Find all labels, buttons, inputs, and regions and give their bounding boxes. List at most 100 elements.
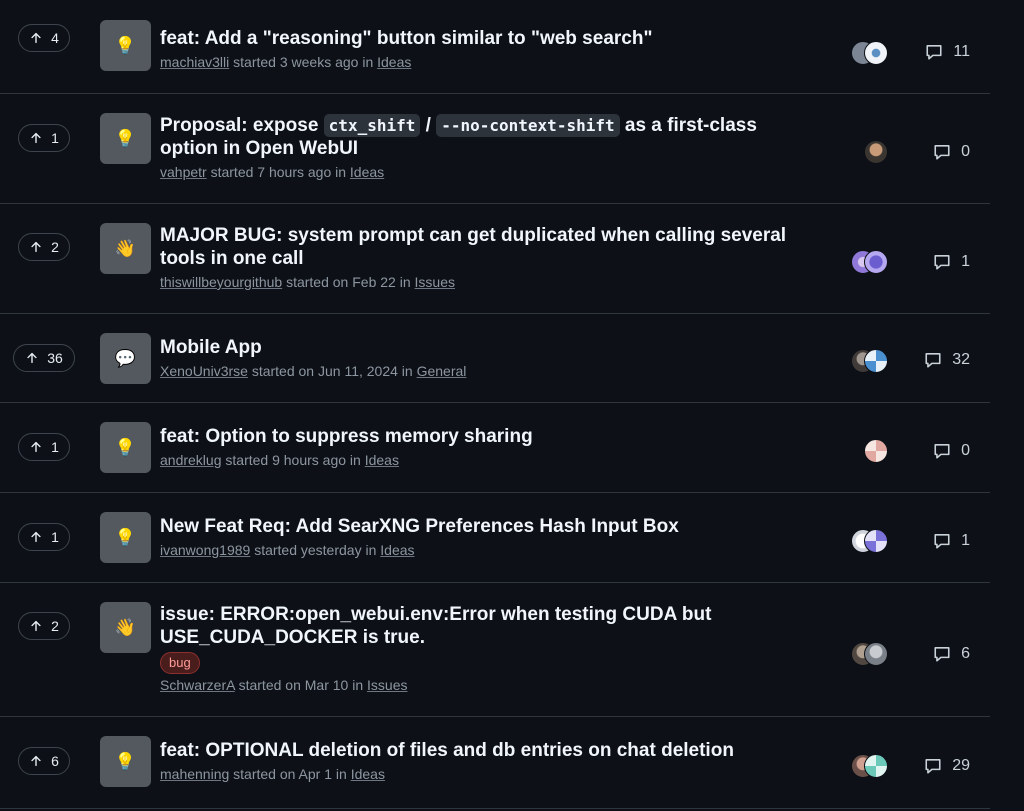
upvote-button[interactable]: 2 bbox=[18, 612, 70, 640]
list-item: 6 💡 feat: OPTIONAL deletion of files and… bbox=[0, 717, 990, 809]
comment-icon bbox=[925, 353, 941, 368]
author-link[interactable]: thiswillbeyourgithub bbox=[160, 274, 282, 290]
participant-avatars bbox=[851, 349, 891, 375]
arrow-up-icon bbox=[31, 441, 41, 453]
category-link[interactable]: Issues bbox=[367, 677, 407, 693]
author-link[interactable]: XenoUniv3rse bbox=[160, 363, 248, 379]
discussion-title[interactable]: Mobile App bbox=[160, 336, 800, 359]
author-link[interactable]: andreklug bbox=[160, 452, 222, 468]
author-link[interactable]: SchwarzerA bbox=[160, 677, 235, 693]
lightbulb-icon: 💡 bbox=[114, 437, 137, 457]
upvote-button[interactable]: 4 bbox=[18, 24, 70, 52]
comment-count[interactable]: 11 bbox=[925, 43, 970, 61]
author-link[interactable]: mahenning bbox=[160, 766, 229, 782]
comment-count[interactable]: 1 bbox=[933, 532, 970, 550]
arrow-up-icon bbox=[31, 620, 41, 632]
avatar[interactable] bbox=[864, 529, 888, 553]
category-link[interactable]: Ideas bbox=[350, 164, 384, 180]
discussion-meta: andreklug started 9 hours ago in Ideas bbox=[160, 452, 399, 468]
participant-avatars bbox=[851, 754, 891, 780]
category-issues-button[interactable]: 👋 bbox=[100, 223, 151, 274]
upvote-button[interactable]: 1 bbox=[18, 523, 70, 551]
bug-label[interactable]: bug bbox=[160, 652, 200, 674]
comment-icon bbox=[934, 145, 950, 160]
vote-count: 2 bbox=[51, 239, 59, 255]
category-link[interactable]: Ideas bbox=[377, 54, 411, 70]
list-item: 2 👋 MAJOR BUG: system prompt can get dup… bbox=[0, 204, 990, 314]
list-item: 36 💬 Mobile App XenoUniv3rse started on … bbox=[0, 314, 990, 403]
category-ideas-button[interactable]: 💡 bbox=[100, 736, 151, 787]
participant-avatars bbox=[864, 140, 904, 166]
arrow-up-icon bbox=[31, 531, 41, 543]
upvote-button[interactable]: 1 bbox=[18, 433, 70, 461]
waving-hand-icon: 👋 bbox=[114, 617, 137, 637]
avatar[interactable] bbox=[864, 250, 888, 274]
lightbulb-icon: 💡 bbox=[114, 527, 137, 547]
comment-icon bbox=[934, 534, 950, 549]
lightbulb-icon: 💡 bbox=[114, 128, 137, 148]
category-ideas-button[interactable]: 💡 bbox=[100, 20, 151, 71]
discussion-title[interactable]: feat: OPTIONAL deletion of files and db … bbox=[160, 739, 800, 762]
category-link[interactable]: Issues bbox=[415, 274, 455, 290]
participant-avatars bbox=[851, 642, 891, 668]
discussion-meta: machiav3lli started 3 weeks ago in Ideas bbox=[160, 54, 412, 70]
avatar[interactable] bbox=[864, 349, 888, 373]
category-link[interactable]: Ideas bbox=[365, 452, 399, 468]
upvote-button[interactable]: 1 bbox=[18, 124, 70, 152]
category-link[interactable]: General bbox=[417, 363, 467, 379]
avatar[interactable] bbox=[864, 41, 888, 65]
list-item: 2 👋 issue: ERROR:open_webui.env:Error wh… bbox=[0, 583, 990, 717]
comment-count[interactable]: 0 bbox=[933, 442, 970, 460]
category-general-button[interactable]: 💬 bbox=[100, 333, 151, 384]
discussion-title[interactable]: feat: Add a "reasoning" button similar t… bbox=[160, 27, 800, 50]
arrow-up-icon bbox=[27, 352, 37, 364]
author-link[interactable]: vahpetr bbox=[160, 164, 207, 180]
participant-avatars bbox=[851, 41, 891, 67]
comment-count[interactable]: 32 bbox=[924, 351, 970, 369]
category-link[interactable]: Ideas bbox=[351, 766, 385, 782]
avatar[interactable] bbox=[864, 642, 888, 666]
vote-count: 6 bbox=[51, 753, 59, 769]
arrow-up-icon bbox=[31, 241, 41, 253]
arrow-up-icon bbox=[31, 755, 41, 767]
avatar[interactable] bbox=[864, 439, 888, 463]
comment-count[interactable]: 6 bbox=[933, 645, 970, 663]
arrow-up-icon bbox=[31, 132, 41, 144]
inline-code: --no-context-shift bbox=[436, 114, 620, 137]
discussion-meta: thiswillbeyourgithub started on Feb 22 i… bbox=[160, 274, 455, 290]
discussion-title[interactable]: feat: Option to suppress memory sharing bbox=[160, 425, 800, 448]
category-ideas-button[interactable]: 💡 bbox=[100, 422, 151, 473]
discussion-title[interactable]: issue: ERROR:open_webui.env:Error when t… bbox=[160, 603, 800, 649]
discussion-title[interactable]: MAJOR BUG: system prompt can get duplica… bbox=[160, 224, 800, 270]
list-item: 1 💡 New Feat Req: Add SearXNG Preference… bbox=[0, 493, 990, 583]
author-link[interactable]: ivanwong1989 bbox=[160, 542, 250, 558]
discussion-meta: SchwarzerA started on Mar 10 in Issues bbox=[160, 677, 408, 693]
comment-count[interactable]: 0 bbox=[933, 143, 970, 161]
upvote-button[interactable]: 6 bbox=[18, 747, 70, 775]
discussion-title[interactable]: New Feat Req: Add SearXNG Preferences Ha… bbox=[160, 515, 800, 538]
comment-icon bbox=[926, 45, 942, 60]
avatar[interactable] bbox=[864, 754, 888, 778]
vote-count: 1 bbox=[51, 439, 59, 455]
comment-icon bbox=[925, 759, 941, 774]
avatar[interactable] bbox=[864, 140, 888, 164]
discussion-meta: vahpetr started 7 hours ago in Ideas bbox=[160, 164, 385, 180]
discussion-title[interactable]: Proposal: expose ctx_shift / --no-contex… bbox=[160, 114, 810, 160]
category-link[interactable]: Ideas bbox=[380, 542, 414, 558]
list-item: 1 💡 Proposal: expose ctx_shift / --no-co… bbox=[0, 94, 990, 204]
category-issues-button[interactable]: 👋 bbox=[100, 602, 151, 653]
vote-count: 1 bbox=[51, 529, 59, 545]
vote-count: 2 bbox=[51, 618, 59, 634]
arrow-up-icon bbox=[31, 32, 41, 44]
comment-count[interactable]: 29 bbox=[924, 757, 970, 775]
participant-avatars bbox=[851, 529, 891, 555]
upvote-button[interactable]: 36 bbox=[13, 344, 75, 372]
list-item: 4 💡 feat: Add a "reasoning" button simil… bbox=[0, 0, 990, 94]
author-link[interactable]: machiav3lli bbox=[160, 54, 229, 70]
comment-icon bbox=[934, 647, 950, 662]
inline-code: ctx_shift bbox=[323, 114, 421, 137]
comment-count[interactable]: 1 bbox=[933, 253, 970, 271]
category-ideas-button[interactable]: 💡 bbox=[100, 113, 151, 164]
category-ideas-button[interactable]: 💡 bbox=[100, 512, 151, 563]
upvote-button[interactable]: 2 bbox=[18, 233, 70, 261]
